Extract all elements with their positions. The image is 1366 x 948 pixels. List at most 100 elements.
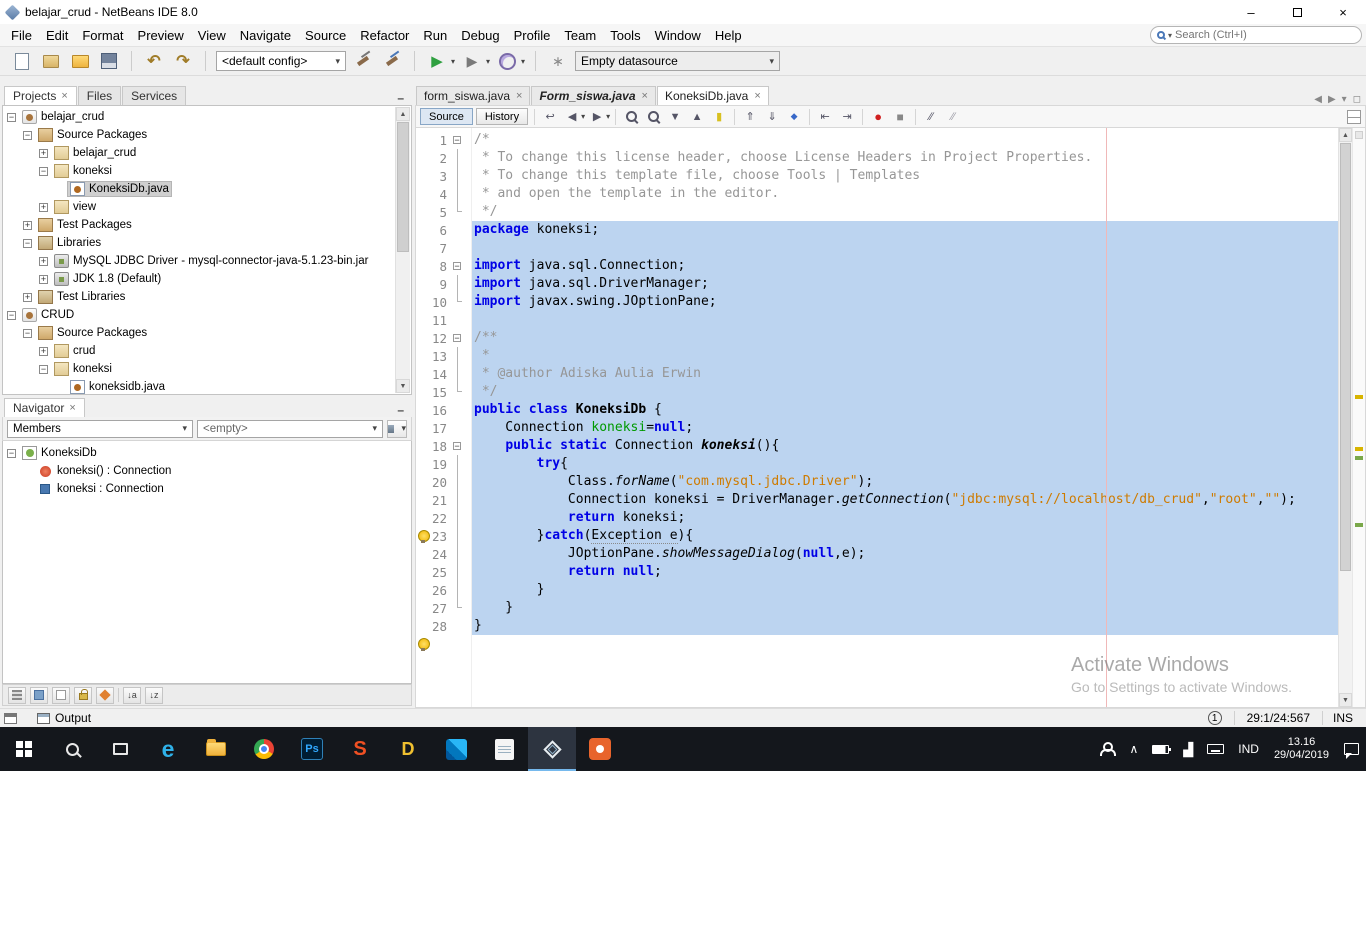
show-other-members-button[interactable] — [96, 686, 114, 704]
shift-line-left-button[interactable]: ⇤ — [815, 108, 835, 126]
expand-handle[interactable]: + — [39, 256, 52, 266]
show-inherited-members-button[interactable] — [8, 686, 26, 704]
menu-debug[interactable]: Debug — [454, 26, 506, 45]
code-line-9[interactable]: import java.sql.DriverManager; — [472, 275, 1338, 293]
document-list-icon[interactable]: ▾ — [1342, 94, 1347, 105]
code-line-4[interactable]: * and open the template in the editor. — [472, 185, 1338, 203]
chrome-app-button[interactable] — [240, 727, 288, 771]
toggle-bookmark-button[interactable]: ◆ — [784, 108, 804, 126]
expand-handle[interactable]: + — [23, 220, 36, 230]
scroll-down-icon[interactable]: ▼ — [396, 379, 410, 393]
fold-region[interactable]: − — [450, 257, 466, 275]
tree-node[interactable]: + MySQL JDBC Driver - mysql-connector-jav… — [3, 252, 395, 270]
code-line-24[interactable]: JOptionPane.showMessageDialog(null,e); — [472, 545, 1338, 563]
tree-node[interactable]: KoneksiDb.java — [3, 180, 395, 198]
tab-files[interactable]: Files — [77, 86, 122, 105]
scroll-tabs-left-icon[interactable]: ◀ — [1314, 94, 1322, 105]
vscode-app-button[interactable] — [432, 727, 480, 771]
warning-mark[interactable] — [1355, 447, 1363, 451]
code-line-28[interactable]: } — [472, 617, 1338, 635]
chevron-down-icon[interactable]: ▾ — [521, 57, 525, 66]
maximize-editor-icon[interactable]: ◻ — [1353, 94, 1361, 105]
network-button[interactable]: ▟ — [1176, 727, 1200, 771]
gutter-line[interactable]: 12− — [416, 329, 471, 347]
scrollbar-thumb[interactable] — [1340, 143, 1351, 571]
tree-node[interactable]: + Test Libraries — [3, 288, 395, 306]
battery-button[interactable] — [1145, 727, 1176, 771]
expand-handle[interactable]: − — [7, 112, 20, 122]
code-line-12[interactable]: /** — [472, 329, 1338, 347]
gutter-line[interactable] — [416, 635, 471, 653]
code-line-6[interactable]: package koneksi; — [472, 221, 1338, 239]
expand-handle[interactable]: − — [23, 328, 36, 338]
code-line-caret[interactable] — [472, 635, 1338, 653]
tab-projects[interactable]: Projects × — [4, 86, 77, 105]
run-project-button[interactable]: ▶ — [425, 49, 449, 73]
previous-bookmark-button[interactable]: ⇑ — [740, 108, 760, 126]
tree-node[interactable]: + view — [3, 198, 395, 216]
file-explorer-button[interactable] — [192, 727, 240, 771]
uncomment-lines-button[interactable]: ∕∕ — [943, 108, 963, 126]
code-line-11[interactable] — [472, 311, 1338, 329]
chevron-down-icon[interactable]: ▾ — [486, 57, 490, 66]
code-line-22[interactable]: return koneksi; — [472, 509, 1338, 527]
show-static-members-button[interactable] — [52, 686, 70, 704]
menu-team[interactable]: Team — [557, 26, 603, 45]
new-file-button[interactable] — [10, 49, 34, 73]
code-line-2[interactable]: * To change this license header, choose … — [472, 149, 1338, 167]
editor-tab-form_siswa.java[interactable]: form_siswa.java × — [416, 86, 531, 105]
tree-node[interactable]: + belajar_crud — [3, 144, 395, 162]
build-project-button[interactable] — [351, 49, 375, 73]
gutter-line[interactable]: 7 — [416, 239, 471, 257]
fold-collapse-icon[interactable]: − — [453, 262, 461, 271]
tree-node[interactable]: + JDK 1.8 (Default) — [3, 270, 395, 288]
tree-node[interactable]: + Test Packages — [3, 216, 395, 234]
redo-button[interactable]: ↷ — [171, 49, 195, 73]
navigator-item[interactable]: − KoneksiDb — [3, 444, 411, 462]
menu-window[interactable]: Window — [648, 26, 708, 45]
code-line-17[interactable]: Connection koneksi=null; — [472, 419, 1338, 437]
gutter-line[interactable]: 10 — [416, 293, 471, 311]
config-select[interactable]: <default config> ▾ — [216, 51, 346, 71]
gutter-line[interactable]: 11 — [416, 311, 471, 329]
gutter-line[interactable]: 26 — [416, 581, 471, 599]
next-occurrence-button[interactable]: ▼ — [665, 108, 685, 126]
warning-bulb-icon[interactable] — [418, 530, 430, 543]
notes-app-button[interactable] — [480, 727, 528, 771]
scroll-up-icon[interactable]: ▲ — [396, 107, 410, 121]
menu-preview[interactable]: Preview — [131, 26, 191, 45]
language-indicator[interactable]: IND — [1231, 727, 1266, 771]
view-history-button[interactable]: History — [475, 108, 529, 125]
gutter-line[interactable]: 6 — [416, 221, 471, 239]
hint-bulb-icon[interactable] — [418, 638, 430, 651]
code-line-15[interactable]: */ — [472, 383, 1338, 401]
gutter-line[interactable]: 17 — [416, 419, 471, 437]
next-bookmark-button[interactable]: ⇓ — [762, 108, 782, 126]
tree-node[interactable]: − Libraries — [3, 234, 395, 252]
expand-handle[interactable]: + — [39, 202, 52, 212]
fold-collapse-icon[interactable]: − — [453, 136, 461, 145]
gutter-line[interactable]: 14 — [416, 365, 471, 383]
gutter-line[interactable]: 4 — [416, 185, 471, 203]
gutter-line[interactable]: 27 — [416, 599, 471, 617]
window-group-icon[interactable] — [4, 712, 17, 724]
editor-scrollbar[interactable]: ▲ ▼ — [1338, 128, 1352, 707]
chevron-down-icon[interactable]: ▾ — [451, 57, 455, 66]
fold-region[interactable]: − — [450, 131, 466, 149]
find-selection-button[interactable] — [621, 108, 641, 126]
toggle-highlight-button[interactable]: ▮ — [709, 108, 729, 126]
menu-file[interactable]: File — [4, 26, 39, 45]
gutter-line[interactable]: 22 — [416, 509, 471, 527]
back-button[interactable]: ◀ — [562, 108, 582, 126]
task-view-button[interactable] — [96, 727, 144, 771]
success-mark[interactable] — [1355, 523, 1363, 527]
gutter-line[interactable]: 18− — [416, 437, 471, 455]
menu-edit[interactable]: Edit — [39, 26, 75, 45]
start-macro-recording-button[interactable]: ● — [868, 108, 888, 126]
taskbar-search-button[interactable] — [48, 727, 96, 771]
menu-run[interactable]: Run — [416, 26, 454, 45]
code-line-19[interactable]: try{ — [472, 455, 1338, 473]
last-edit-button[interactable]: ↩ — [540, 108, 560, 126]
navigator-view-button[interactable]: ▾ — [387, 419, 407, 438]
expand-handle[interactable]: − — [23, 238, 36, 248]
